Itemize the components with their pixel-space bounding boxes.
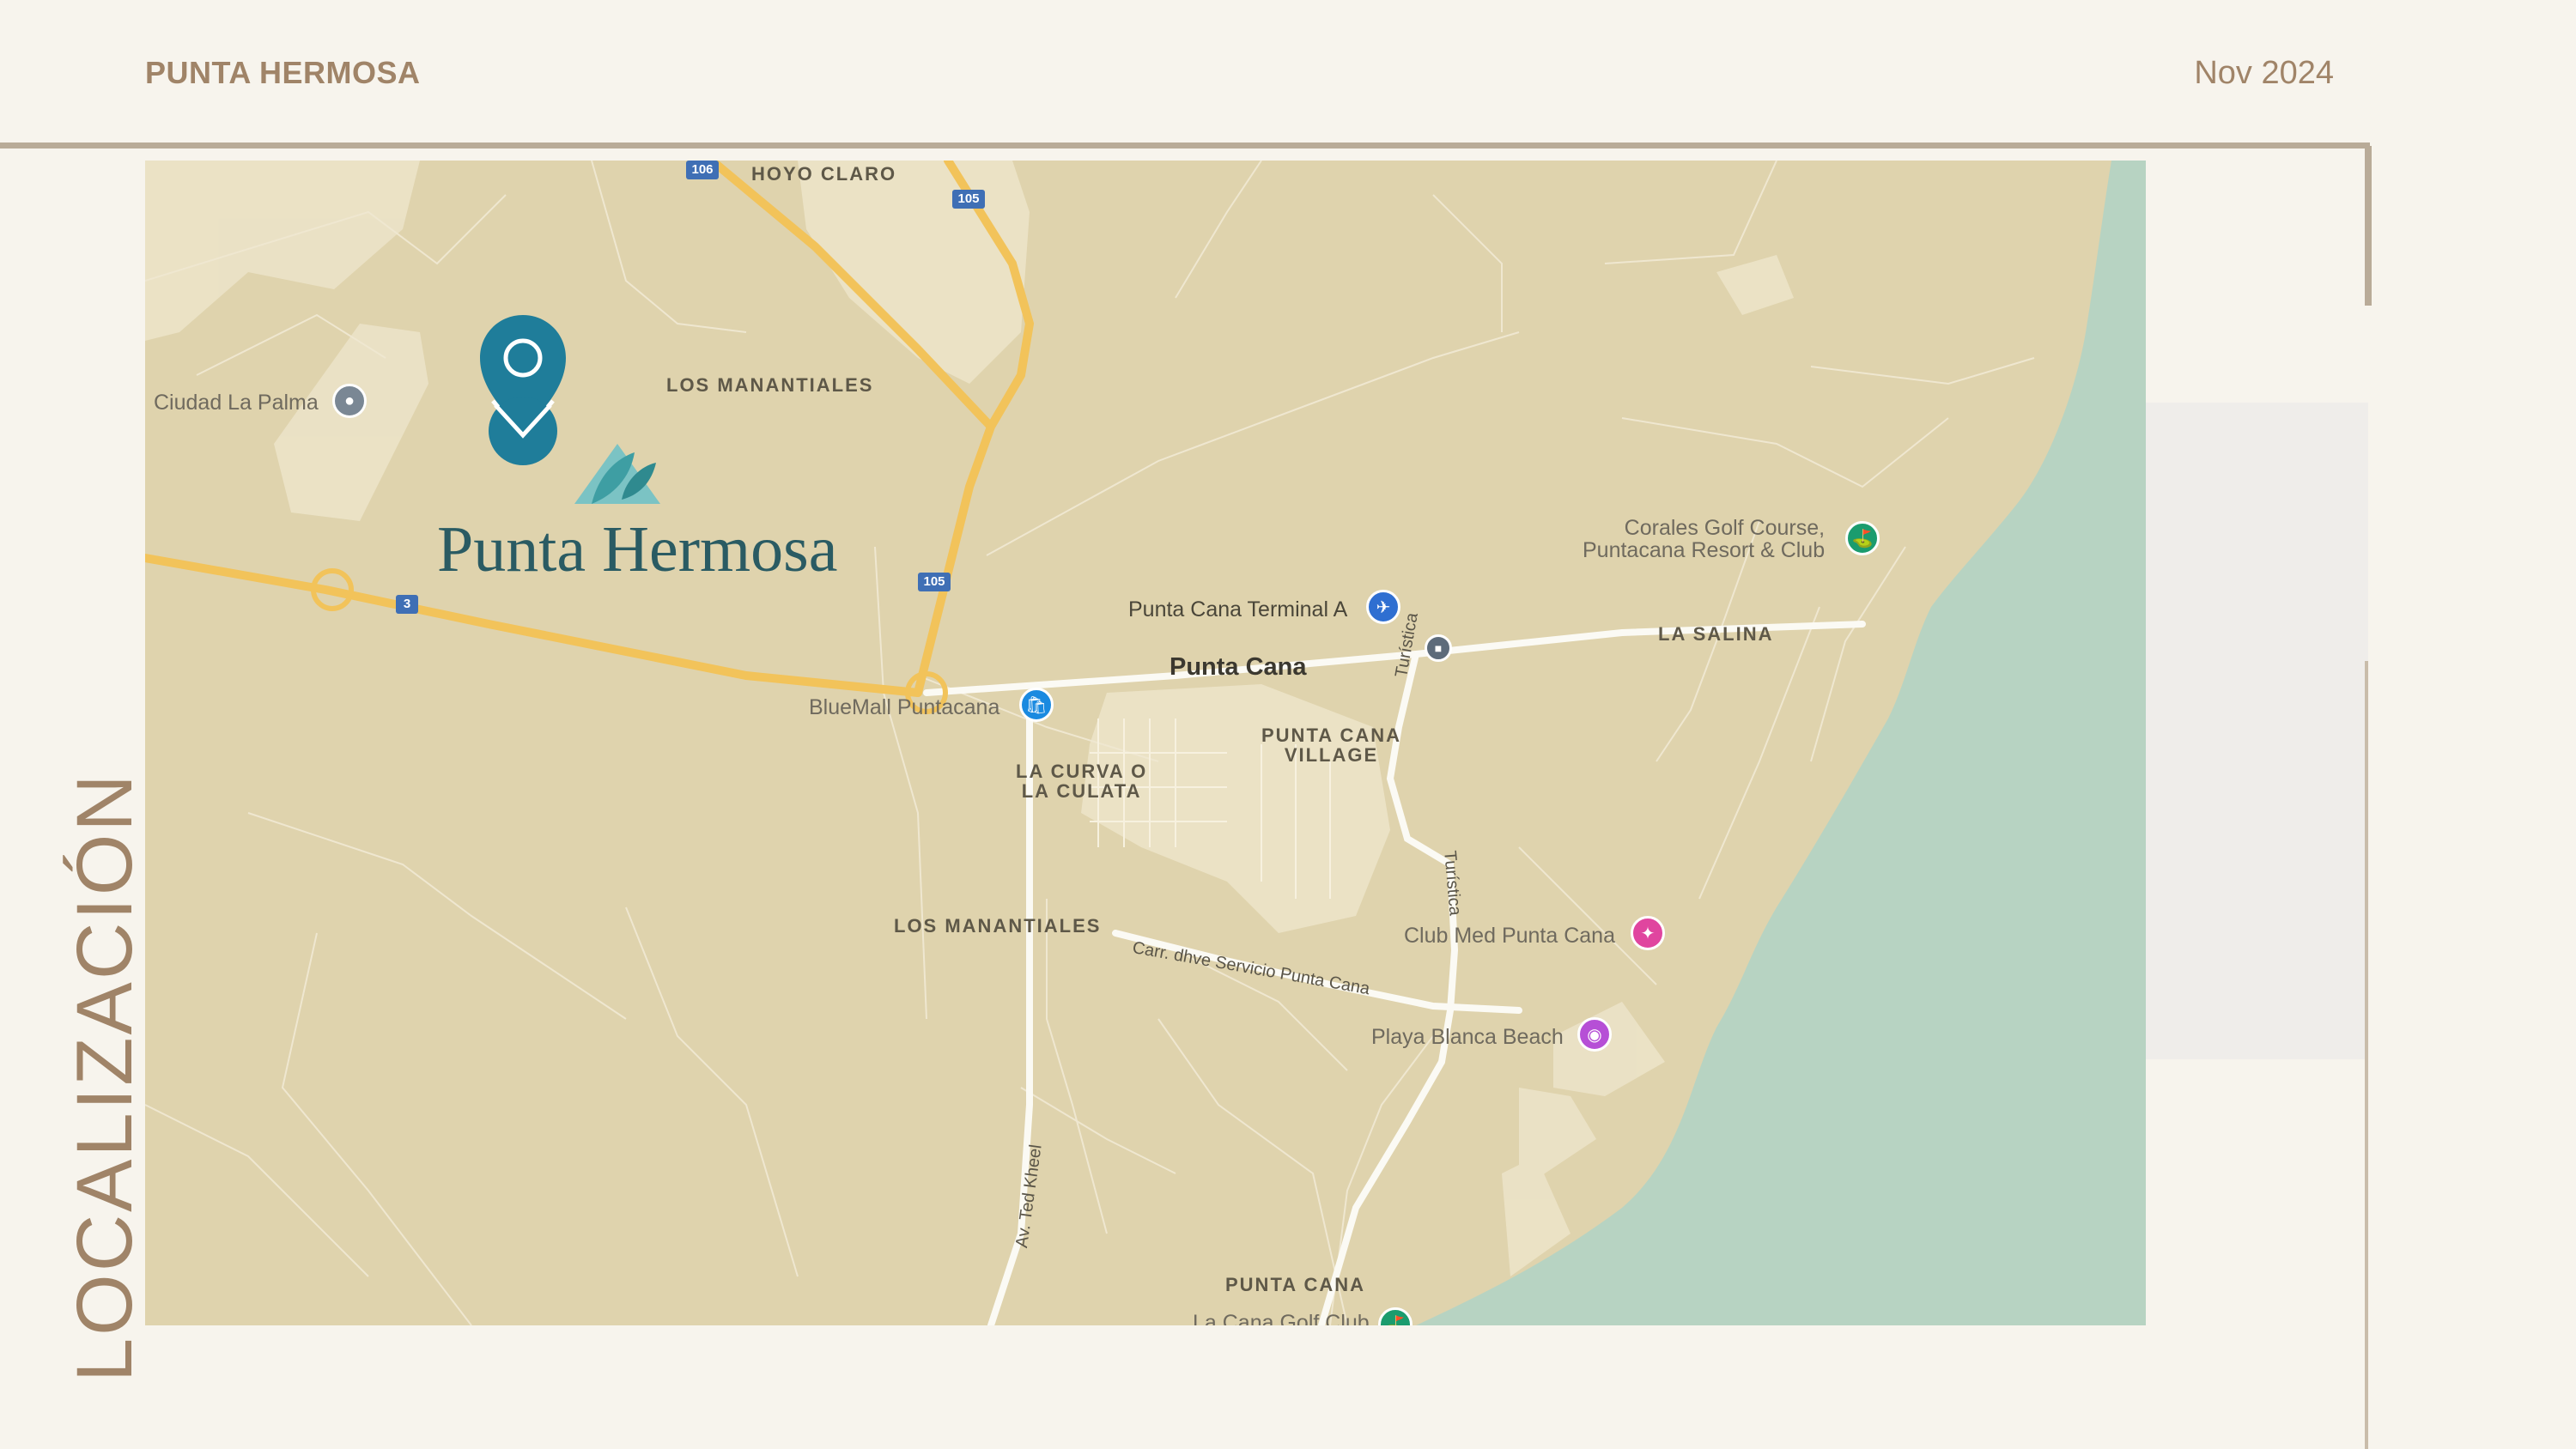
brand-title: PUNTA HERMOSA <box>145 55 421 90</box>
area-label-los-manantiales: LOS MANANTIALES <box>666 374 874 396</box>
area-label-la-curva: LA CURVA O LA CULATA <box>1016 761 1147 801</box>
date-label: Nov 2024 <box>2194 55 2334 91</box>
route-shield-105-lower: 105 <box>918 573 951 591</box>
area-label-line: VILLAGE <box>1284 744 1379 767</box>
poi-label-corales-golf[interactable]: Corales Golf Course, Puntacana Resort & … <box>1583 517 1825 562</box>
place-pin-icon[interactable]: ● <box>332 384 367 418</box>
poi-label-line: Puntacana Resort & Club <box>1583 538 1826 563</box>
decorative-line-bottom <box>2365 661 2368 1449</box>
golf-icon[interactable]: ⛳ <box>1845 521 1880 555</box>
poi-label-line: Corales Golf Course, <box>1624 516 1826 540</box>
bus-stop-icon[interactable]: ■ <box>1425 634 1452 662</box>
area-label-los-manantiales-south: LOS MANANTIALES <box>894 915 1102 937</box>
poi-label-airport[interactable]: Punta Cana Terminal A <box>1128 597 1347 622</box>
area-label-punta-cana: PUNTA CANA <box>1225 1274 1365 1295</box>
poi-label-playa-blanca[interactable]: Playa Blanca Beach <box>1371 1025 1564 1050</box>
camera-icon[interactable]: ◉ <box>1577 1017 1612 1052</box>
route-shield-105: 105 <box>952 190 985 209</box>
project-logo-text: Punta Hermosa <box>437 513 838 585</box>
poi-label-golf-south[interactable]: La Cana Golf Club <box>1193 1311 1370 1325</box>
poi-label-bluemall[interactable]: BlueMall Puntacana <box>809 695 999 720</box>
area-label-line: LA CURVA O <box>1016 761 1148 782</box>
area-label-line: PUNTA CANA <box>1261 724 1401 746</box>
resort-icon[interactable]: ✦ <box>1631 916 1665 950</box>
location-map[interactable]: 106 105 105 3 Punta Hermosa HOYO CLARO L… <box>145 161 2146 1325</box>
city-label-punta-cana: Punta Cana <box>1170 653 1307 681</box>
header-divider <box>0 142 2370 149</box>
poi-label-ciudad-la-palma[interactable]: Ciudad La Palma <box>154 391 319 415</box>
decorative-line-top <box>2365 146 2372 306</box>
area-label-hoyo-claro: HOYO CLARO <box>751 163 897 185</box>
area-label-punta-cana-village: PUNTA CANA VILLAGE <box>1261 725 1401 765</box>
decorative-panel <box>2144 403 2368 1059</box>
area-label-line: LA CULATA <box>1021 780 1142 803</box>
route-shield-3: 3 <box>396 595 418 614</box>
airport-icon[interactable]: ✈ <box>1366 590 1400 624</box>
section-title: LOCALIZACIÓN <box>61 772 149 1382</box>
shopping-icon[interactable]: 🛍 <box>1019 688 1054 722</box>
area-label-la-salina: LA SALINA <box>1658 623 1774 645</box>
route-shield-106: 106 <box>686 161 719 179</box>
map-background <box>145 161 2146 1325</box>
poi-label-club-med[interactable]: Club Med Punta Cana <box>1404 924 1615 949</box>
